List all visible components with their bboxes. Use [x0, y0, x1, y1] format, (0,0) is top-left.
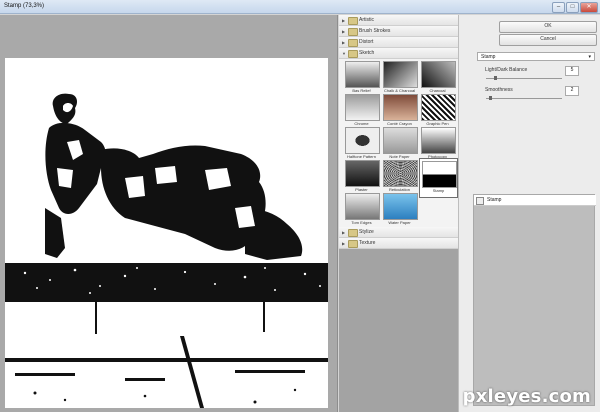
category-label: Sketch [359, 50, 375, 56]
ok-button[interactable]: OK [499, 21, 597, 33]
open-folder-icon [348, 50, 358, 58]
category-artistic[interactable]: ▶ Artistic [339, 15, 458, 26]
filter-thumb-image [422, 161, 457, 188]
category-label: Artistic [359, 17, 374, 23]
filter-thumb-label: Stamp [432, 188, 445, 193]
watermark-text: pxleyes.com [462, 386, 591, 407]
close-button[interactable]: ✕ [580, 2, 598, 13]
stamp-preview-image [5, 93, 328, 408]
filter-thumb-image [345, 61, 380, 88]
collapsed-triangle-icon: ▶ [342, 40, 346, 45]
filter-thumb[interactable]: Stamp [419, 158, 458, 198]
category-label: Distort [359, 39, 374, 45]
category-brush-strokes[interactable]: ▶ Brush Strokes [339, 26, 458, 37]
folder-icon [348, 28, 358, 36]
filter-select[interactable]: Stamp ▾ [477, 52, 595, 61]
collapsed-triangle-icon: ▶ [342, 29, 346, 34]
folder-icon [348, 17, 358, 25]
filter-thumb-image [383, 61, 418, 88]
minimize-button[interactable]: – [552, 2, 565, 13]
filter-gallery-panel: ▶ Artistic ▶ Brush Strokes ▶ Distort ▼ S… [339, 15, 458, 249]
balance-slider[interactable] [486, 76, 562, 80]
filter-thumb-label: Water Paper [388, 220, 411, 225]
category-distort[interactable]: ▶ Distort [339, 37, 458, 48]
category-label: Brush Strokes [359, 28, 391, 34]
settings-panel: OK Cancel Stamp ▾ Light/Dark Balance 5 S… [458, 15, 600, 412]
filter-gallery: ▶ Artistic ▶ Brush Strokes ▶ Distort ▼ S… [339, 15, 458, 412]
preview-canvas[interactable] [5, 58, 328, 408]
folder-icon [348, 39, 358, 47]
category-label: Stylize [359, 229, 374, 235]
filter-thumb-image [383, 127, 418, 154]
maximize-button[interactable]: □ [566, 2, 579, 13]
filter-thumb-image [421, 94, 456, 121]
folder-icon [348, 240, 358, 248]
collapsed-triangle-icon: ▶ [342, 230, 346, 235]
balance-label: Light/Dark Balance [485, 67, 528, 73]
collapsed-triangle-icon: ▶ [342, 241, 346, 246]
smoothness-input[interactable]: 2 [565, 86, 579, 96]
category-label: Texture [359, 240, 376, 246]
filter-thumb-image [345, 94, 380, 121]
filter-thumb-image [383, 193, 418, 220]
filter-thumb-label: Torn Edges [351, 220, 372, 225]
effect-layers-panel: Stamp [473, 194, 596, 406]
category-texture[interactable]: ▶ Texture [339, 238, 458, 249]
expanded-triangle-icon: ▼ [342, 51, 346, 56]
filter-thumb-image [421, 61, 456, 88]
smoothness-slider-handle[interactable] [489, 96, 492, 100]
chevron-down-icon: ▾ [588, 54, 591, 60]
collapsed-triangle-icon: ▶ [342, 18, 346, 23]
effect-layer-row[interactable]: Stamp [474, 195, 596, 206]
filter-thumb-image [345, 193, 380, 220]
eye-icon[interactable] [476, 197, 484, 205]
filter-thumb[interactable]: Water Paper [381, 191, 418, 229]
filter-thumb[interactable]: Torn Edges [343, 191, 380, 229]
category-stylize[interactable]: ▶ Stylize [339, 227, 458, 238]
preview-top-margin [5, 15, 328, 58]
filter-select-value: Stamp [481, 54, 496, 60]
effect-layer-name: Stamp [487, 197, 502, 203]
cancel-button[interactable]: Cancel [499, 34, 597, 46]
filter-thumb-image [421, 127, 456, 154]
smoothness-slider[interactable] [486, 96, 562, 100]
filter-thumb-image [345, 160, 380, 187]
balance-slider-handle[interactable] [494, 76, 497, 80]
filter-thumb-image [345, 127, 380, 154]
title-bar: Stamp (73,3%) – □ ✕ [0, 0, 600, 14]
folder-icon [348, 229, 358, 237]
category-sketch[interactable]: ▼ Sketch [339, 48, 458, 59]
balance-input[interactable]: 5 [565, 66, 579, 76]
filter-thumb-image [383, 160, 418, 187]
filter-thumb-image [383, 94, 418, 121]
window-title: Stamp (73,3%) [4, 3, 45, 9]
smoothness-label: Smoothness [485, 87, 513, 93]
